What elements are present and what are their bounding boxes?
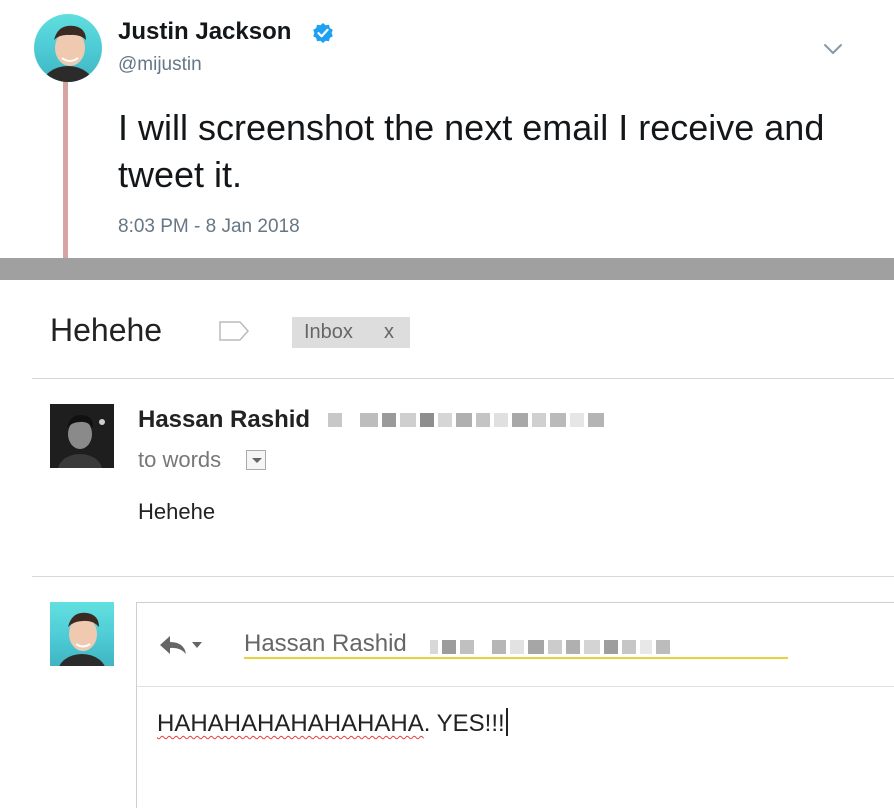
- tweet-text: I will screenshot the next email I recei…: [118, 107, 825, 195]
- chevron-down-icon[interactable]: [822, 38, 844, 60]
- verified-badge-icon: [313, 23, 333, 43]
- text-cursor: [505, 708, 508, 736]
- divider: [32, 378, 894, 379]
- draft-rest: . YES!!!: [423, 710, 505, 737]
- divider: [32, 576, 894, 577]
- sender-name: Hassan Rashid: [138, 406, 311, 433]
- recipient-field-underline: [244, 657, 788, 659]
- recipient-line: to words: [138, 447, 222, 472]
- inbox-label-text: Inbox: [304, 321, 353, 343]
- details-dropdown-button[interactable]: [246, 450, 266, 470]
- sender-avatar[interactable]: [50, 404, 114, 468]
- misspelled-word: HAHAHAHAHAHAHAHA: [157, 710, 424, 737]
- tweet-author-handle[interactable]: @mijustin: [118, 54, 202, 76]
- tweet-author-avatar[interactable]: [34, 14, 102, 82]
- thread-line: [63, 80, 68, 258]
- my-avatar[interactable]: [50, 602, 114, 666]
- redacted-email-address: [328, 413, 608, 427]
- reply-draft-text[interactable]: HAHAHAHAHAHAHAHA. YES!!!: [157, 708, 508, 738]
- email-subject: Hehehe: [50, 312, 163, 348]
- reply-recipient[interactable]: Hassan Rashid: [244, 630, 407, 658]
- tweet-card: Justin Jackson @mijustin I will screensh…: [0, 0, 894, 258]
- screenshot-divider: [0, 258, 894, 280]
- compose-header-separator: [137, 686, 894, 687]
- email-body: Hehehe: [138, 499, 216, 524]
- label-tag-icon[interactable]: [218, 320, 250, 342]
- tweet-timestamp[interactable]: 8:03 PM - 8 Jan 2018: [118, 216, 300, 238]
- redacted-recipient-address: [430, 640, 674, 654]
- tweet-author-name[interactable]: Justin Jackson: [118, 18, 291, 46]
- reply-type-dropdown-icon[interactable]: [156, 630, 208, 660]
- inbox-label-chip[interactable]: Inbox x: [292, 317, 410, 348]
- remove-label-button[interactable]: x: [384, 317, 394, 348]
